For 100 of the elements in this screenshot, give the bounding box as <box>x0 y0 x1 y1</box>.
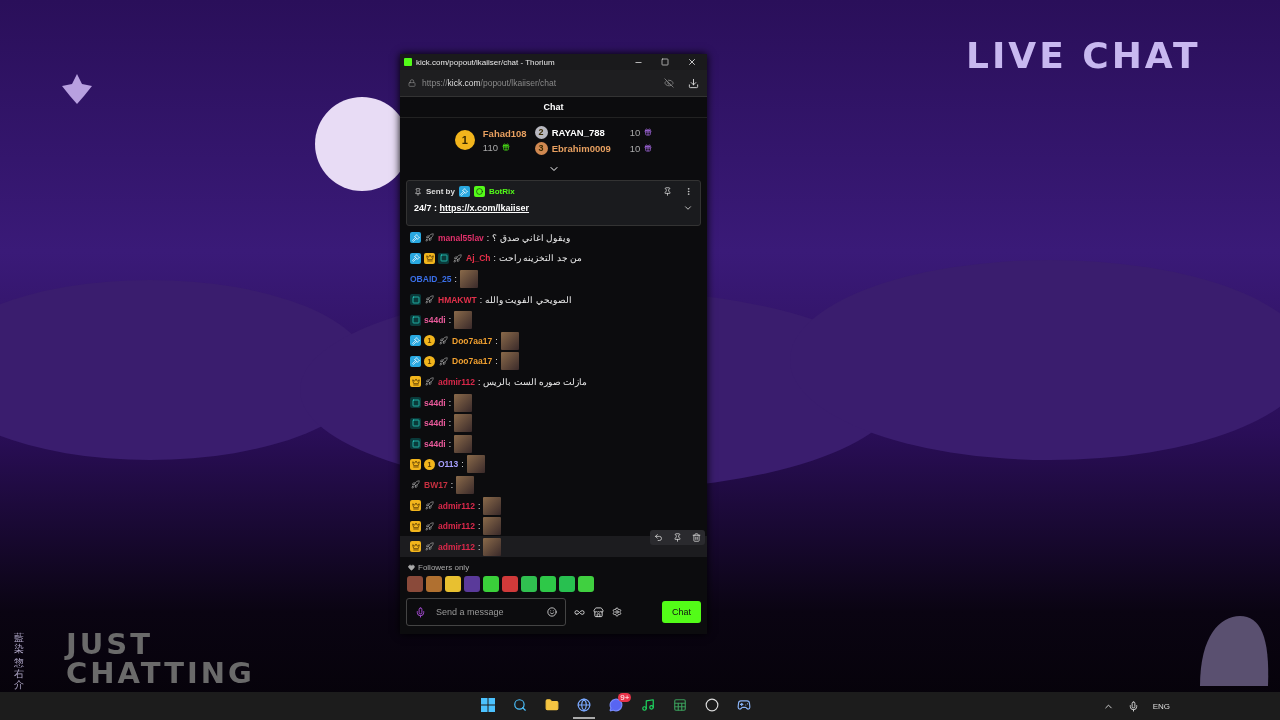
more-icon[interactable] <box>684 187 693 196</box>
colon-separator: : <box>477 376 481 387</box>
username[interactable]: Doo7aa17 <box>452 356 493 367</box>
url-text: https://kick.com/popout/lkaiiser/chat <box>422 78 557 88</box>
og-badge <box>410 397 421 409</box>
username[interactable]: admir112 <box>438 541 475 552</box>
emblem-icon <box>60 72 94 106</box>
gamepad-icon <box>737 698 752 712</box>
logo-icon <box>404 58 412 66</box>
unpin-icon[interactable] <box>663 187 672 196</box>
download-icon[interactable] <box>688 77 699 89</box>
mic-icon <box>415 606 426 618</box>
emote-image <box>500 352 519 371</box>
vertical-caption: 藍染 <box>14 632 24 654</box>
emote-image <box>500 331 519 350</box>
emote-image <box>454 434 473 453</box>
pin-button[interactable] <box>673 533 682 543</box>
store-button[interactable] <box>593 606 604 618</box>
username[interactable]: admir112 <box>438 376 475 387</box>
expand-icon[interactable] <box>683 203 693 213</box>
message-text: ويقول اغاني صدق ؟ <box>492 232 571 243</box>
rank-medal: 2 <box>534 125 548 139</box>
subscriber-badge <box>424 294 435 306</box>
emote-image <box>454 414 473 433</box>
moderator-badge <box>458 186 470 197</box>
search-icon <box>513 698 528 712</box>
username[interactable]: HMAKWT <box>438 294 477 305</box>
maximize-icon[interactable] <box>661 58 669 66</box>
emote-image <box>456 475 474 494</box>
message-field[interactable]: Send a message <box>406 598 566 626</box>
colon-separator: : <box>477 541 481 552</box>
vip-badge <box>410 500 421 511</box>
message-input[interactable]: Send a message <box>434 606 539 618</box>
og-badge <box>410 438 421 450</box>
windows-icon <box>481 698 496 712</box>
subscriber-badge <box>438 355 449 367</box>
username[interactable]: O113 <box>438 459 459 470</box>
username[interactable]: s44di <box>424 397 446 408</box>
reply-button[interactable] <box>654 533 663 543</box>
colon-separator: : <box>448 438 452 449</box>
gift-icon <box>644 144 653 152</box>
leader-name: RAYAN_788 <box>551 126 606 138</box>
mic-icon[interactable] <box>1127 700 1139 712</box>
subscriber-badge <box>410 479 421 491</box>
close-icon[interactable] <box>687 57 697 67</box>
window-title: kick.com/popout/lkaiiser/chat - Thorium <box>416 57 555 67</box>
pinned-text: 24/7 : https://x.com/lkaiiser <box>414 203 530 213</box>
colon-separator: : <box>461 459 464 470</box>
colon-separator: : <box>479 294 483 305</box>
sent-by-label: Sent by <box>426 187 455 196</box>
username[interactable]: admir112 <box>438 500 475 511</box>
subscriber-badge <box>424 520 435 532</box>
username[interactable]: s44di <box>424 315 446 326</box>
subscriber-badge <box>424 500 435 511</box>
vip-badge <box>410 458 421 470</box>
gift-icon <box>644 128 653 136</box>
settings-button[interactable] <box>612 607 622 617</box>
folder-icon <box>545 698 560 712</box>
link[interactable]: https://x.com/lkaiiser <box>439 203 530 213</box>
vip-badge <box>410 376 421 388</box>
rank-medal: 1 <box>454 130 475 150</box>
gift-count: 110 <box>482 141 498 153</box>
language-indicator[interactable]: ENG <box>1152 701 1170 711</box>
username[interactable]: manal55lav <box>438 232 484 243</box>
colon-separator: : <box>448 418 452 429</box>
colon-separator: : <box>495 335 498 346</box>
vip-badge <box>410 520 421 532</box>
moderator-badge <box>410 335 421 347</box>
globe-icon <box>577 698 592 712</box>
subscriber-badge <box>424 541 435 553</box>
colon-separator: : <box>486 232 490 243</box>
subscriber-badge <box>438 335 449 347</box>
username[interactable]: BW17 <box>424 479 448 490</box>
message-text: الصويحي الفويت والله <box>485 294 572 305</box>
category-title: JUST CHATTING <box>66 630 255 688</box>
eye-off-icon[interactable] <box>664 77 674 88</box>
gift-icon <box>501 143 510 151</box>
lock-icon <box>408 79 416 87</box>
username[interactable]: Doo7aa17 <box>452 335 493 346</box>
og-badge <box>410 417 421 429</box>
colon-separator: : <box>454 274 457 284</box>
username[interactable]: OBAID_25 <box>410 274 452 284</box>
og-badge <box>438 252 449 264</box>
delete-button[interactable] <box>692 533 701 543</box>
moderator-badge <box>410 355 421 367</box>
address-bar[interactable]: https://kick.com/popout/lkaiiser/chat <box>400 70 707 97</box>
emoji-icon[interactable] <box>547 607 557 617</box>
username[interactable]: s44di <box>424 438 446 449</box>
username[interactable]: Aj_Ch <box>466 253 491 264</box>
username[interactable]: admir112 <box>438 521 475 532</box>
emote-image <box>483 496 502 515</box>
vertical-caption: 惣右介 <box>14 657 24 690</box>
notification-badge: 9+ <box>618 693 632 702</box>
chat-send-button[interactable]: Chat <box>662 601 701 623</box>
moderator-badge <box>410 252 421 264</box>
colon-separator: : <box>450 479 453 490</box>
emote-image <box>466 455 485 474</box>
username[interactable]: s44di <box>424 418 446 429</box>
emote-image <box>459 270 478 288</box>
gift-count: 10 <box>629 142 641 154</box>
